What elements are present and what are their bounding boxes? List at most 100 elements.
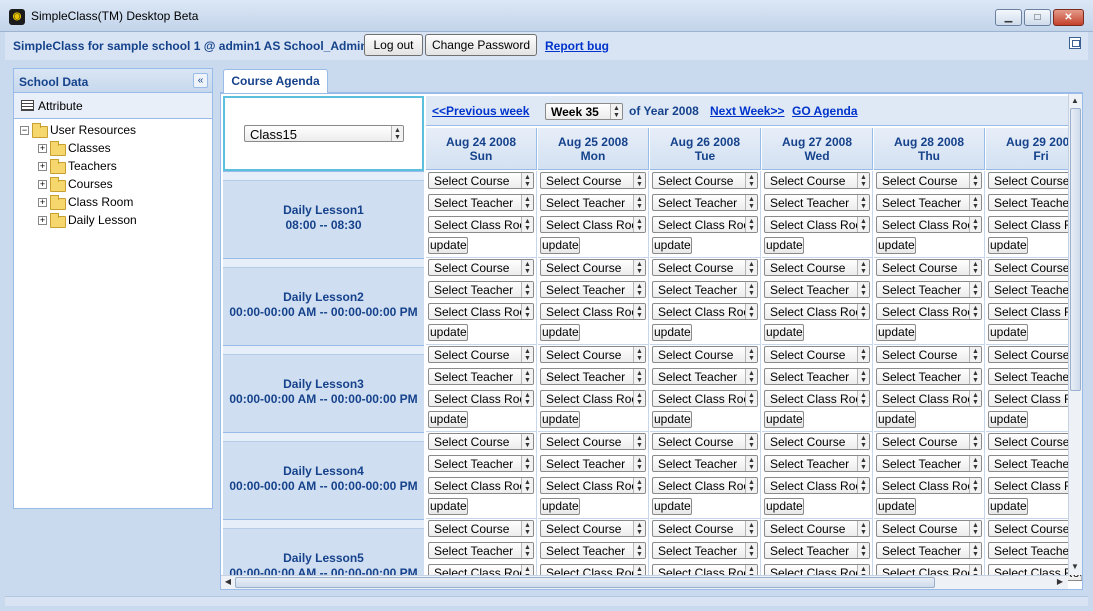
expand-node-icon[interactable]: +	[38, 162, 47, 171]
expand-node-icon[interactable]: +	[38, 198, 47, 207]
attribute-toolbar[interactable]: Attribute	[14, 93, 212, 119]
teacher-select[interactable]: Select Teacher ▲▼	[540, 281, 646, 298]
teacher-select[interactable]: Select Teacher ▲▼	[764, 542, 870, 559]
previous-week-link[interactable]: <<Previous week	[432, 104, 529, 118]
week-select[interactable]: Week 35 ▲ ▼	[545, 103, 623, 120]
scroll-up-icon[interactable]: ▲	[1069, 96, 1081, 105]
go-agenda-link[interactable]: GO Agenda	[792, 104, 858, 118]
course-select[interactable]: Select Course ▲▼	[876, 346, 982, 363]
teacher-select[interactable]: Select Teacher ▲▼	[876, 368, 982, 385]
horizontal-scrollbar[interactable]: ◀ ▶	[221, 575, 1068, 589]
course-select[interactable]: Select Course ▲▼	[764, 172, 870, 189]
course-select[interactable]: Select Course ▲▼	[876, 433, 982, 450]
teacher-select[interactable]: Select Teacher ▲▼	[428, 194, 534, 211]
tree-item[interactable]: + Daily Lesson	[14, 212, 210, 230]
tree-item[interactable]: + Classes	[14, 140, 210, 158]
update-button[interactable]: update	[764, 237, 804, 254]
classroom-select[interactable]: Select Class Room▲▼	[428, 477, 534, 494]
course-select[interactable]: Select Course ▲▼	[540, 520, 646, 537]
scroll-down-icon[interactable]: ▼	[1069, 562, 1081, 571]
update-button[interactable]: update	[988, 498, 1028, 515]
course-select[interactable]: Select Course ▲▼	[876, 172, 982, 189]
update-button[interactable]: update	[988, 237, 1028, 254]
course-select[interactable]: Select Course ▲▼	[540, 172, 646, 189]
teacher-select[interactable]: Select Teacher ▲▼	[876, 455, 982, 472]
course-select[interactable]: Select Course ▲▼	[652, 346, 758, 363]
course-select[interactable]: Select Course ▲▼	[428, 346, 534, 363]
expand-node-icon[interactable]: +	[38, 144, 47, 153]
teacher-select[interactable]: Select Teacher ▲▼	[428, 368, 534, 385]
tree-item[interactable]: + Teachers	[14, 158, 210, 176]
teacher-select[interactable]: Select Teacher ▲▼	[428, 542, 534, 559]
course-select[interactable]: Select Course ▲▼	[876, 259, 982, 276]
classroom-select[interactable]: Select Class Room▲▼	[428, 390, 534, 407]
scroll-right-icon[interactable]: ▶	[1054, 577, 1066, 586]
update-button[interactable]: update	[764, 498, 804, 515]
course-select[interactable]: Select Course ▲▼	[540, 433, 646, 450]
teacher-select[interactable]: Select Teacher ▲▼	[652, 542, 758, 559]
course-select[interactable]: Select Course ▲▼	[876, 520, 982, 537]
classroom-select[interactable]: Select Class Room▲▼	[540, 303, 646, 320]
course-select[interactable]: Select Course ▲▼	[652, 433, 758, 450]
teacher-select[interactable]: Select Teacher ▲▼	[652, 194, 758, 211]
classroom-select[interactable]: Select Class Room▲▼	[876, 390, 982, 407]
update-button[interactable]: update	[428, 324, 468, 341]
course-select[interactable]: Select Course ▲▼	[540, 259, 646, 276]
expand-node-icon[interactable]: +	[38, 216, 47, 225]
classroom-select[interactable]: Select Class Room▲▼	[764, 390, 870, 407]
classroom-select[interactable]: Select Class Room▲▼	[876, 216, 982, 233]
classroom-select[interactable]: Select Class Room▲▼	[652, 303, 758, 320]
classroom-select[interactable]: Select Class Room▲▼	[764, 303, 870, 320]
update-button[interactable]: update	[540, 411, 580, 428]
teacher-select[interactable]: Select Teacher ▲▼	[764, 368, 870, 385]
update-button[interactable]: update	[876, 411, 916, 428]
expand-node-icon[interactable]: +	[38, 180, 47, 189]
teacher-select[interactable]: Select Teacher ▲▼	[876, 281, 982, 298]
teacher-select[interactable]: Select Teacher ▲▼	[540, 455, 646, 472]
classroom-select[interactable]: Select Class Room▲▼	[876, 303, 982, 320]
classroom-select[interactable]: Select Class Room▲▼	[540, 216, 646, 233]
classroom-select[interactable]: Select Class Room▲▼	[764, 477, 870, 494]
report-bug-link[interactable]: Report bug	[545, 39, 609, 53]
scroll-left-icon[interactable]: ◀	[222, 577, 234, 586]
teacher-select[interactable]: Select Teacher ▲▼	[428, 455, 534, 472]
teacher-select[interactable]: Select Teacher ▲▼	[764, 194, 870, 211]
teacher-select[interactable]: Select Teacher ▲▼	[652, 281, 758, 298]
classroom-select[interactable]: Select Class Room▲▼	[764, 216, 870, 233]
minimize-button[interactable]: ▁	[995, 9, 1022, 26]
course-select[interactable]: Select Course ▲▼	[428, 433, 534, 450]
update-button[interactable]: update	[652, 324, 692, 341]
course-select[interactable]: Select Course ▲▼	[428, 520, 534, 537]
update-button[interactable]: update	[764, 411, 804, 428]
update-button[interactable]: update	[876, 498, 916, 515]
course-select[interactable]: Select Course ▲▼	[540, 346, 646, 363]
course-select[interactable]: Select Course ▲▼	[428, 172, 534, 189]
course-select[interactable]: Select Course ▲▼	[652, 520, 758, 537]
classroom-select[interactable]: Select Class Room▲▼	[652, 216, 758, 233]
restore-panel-icon[interactable]	[1069, 37, 1081, 49]
horizontal-scroll-thumb[interactable]	[235, 577, 935, 588]
maximize-button[interactable]: □	[1024, 9, 1051, 26]
classroom-select[interactable]: Select Class Room▲▼	[652, 477, 758, 494]
tab-course-agenda[interactable]: Course Agenda	[223, 69, 328, 93]
teacher-select[interactable]: Select Teacher ▲▼	[540, 368, 646, 385]
teacher-select[interactable]: Select Teacher ▲▼	[428, 281, 534, 298]
update-button[interactable]: update	[540, 498, 580, 515]
course-select[interactable]: Select Course ▲▼	[652, 259, 758, 276]
update-button[interactable]: update	[652, 498, 692, 515]
tree-item[interactable]: + Class Room	[14, 194, 210, 212]
update-button[interactable]: update	[540, 324, 580, 341]
teacher-select[interactable]: Select Teacher ▲▼	[764, 281, 870, 298]
classroom-select[interactable]: Select Class Room▲▼	[428, 303, 534, 320]
tree-item[interactable]: − User Resources	[14, 122, 210, 140]
update-button[interactable]: update	[764, 324, 804, 341]
classroom-select[interactable]: Select Class Room▲▼	[652, 390, 758, 407]
update-button[interactable]: update	[652, 411, 692, 428]
classroom-select[interactable]: Select Class Room▲▼	[540, 477, 646, 494]
next-week-link[interactable]: Next Week>>	[710, 104, 785, 118]
update-button[interactable]: update	[428, 498, 468, 515]
course-select[interactable]: Select Course ▲▼	[652, 172, 758, 189]
collapse-panel-icon[interactable]: «	[193, 73, 208, 88]
teacher-select[interactable]: Select Teacher ▲▼	[540, 542, 646, 559]
teacher-select[interactable]: Select Teacher ▲▼	[764, 455, 870, 472]
